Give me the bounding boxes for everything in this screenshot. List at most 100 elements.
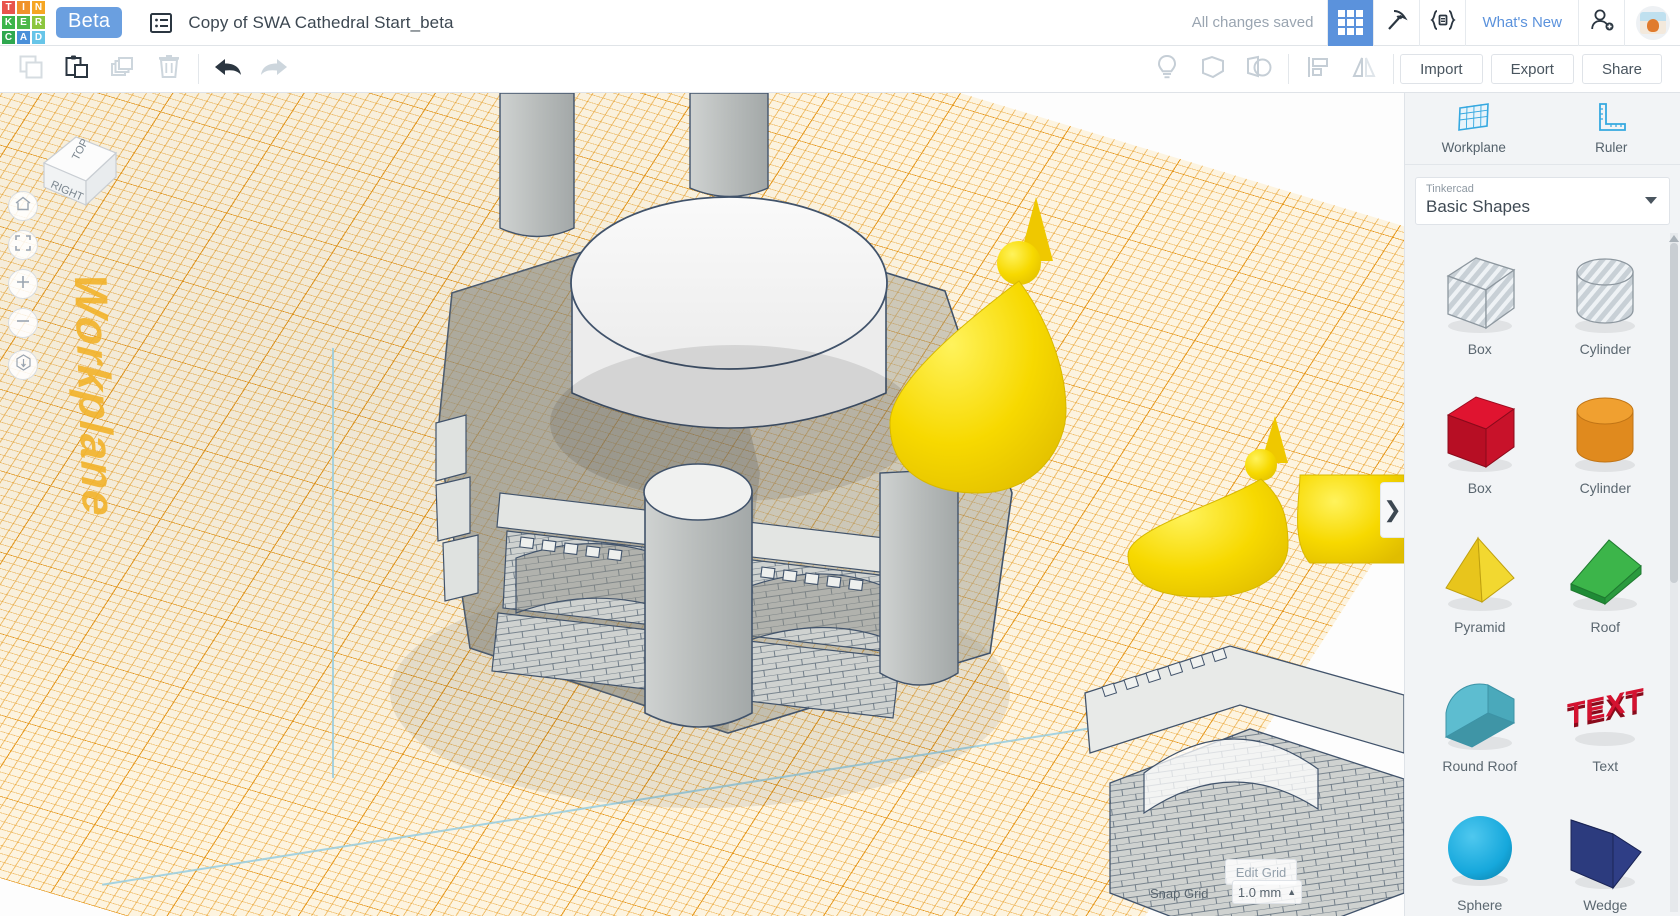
ortho-perspective-button[interactable] <box>8 350 38 380</box>
panel-collapse-button[interactable]: ❯ <box>1380 482 1404 538</box>
workplane-icon <box>1457 102 1491 135</box>
snap-grid-select[interactable]: 1.0 mm ▲ <box>1232 880 1302 904</box>
box-hole-icon <box>1432 245 1528 341</box>
workplane-tool[interactable]: Workplane <box>1405 93 1543 164</box>
toolbar-right-group: Import Export Share <box>1144 46 1680 92</box>
import-button[interactable]: Import <box>1400 54 1483 84</box>
tinkercad-logo[interactable]: T I N K E R C A D <box>1 0 46 45</box>
shape-item-box-solid[interactable]: Box <box>1417 384 1543 523</box>
sphere-icon <box>1432 801 1528 897</box>
toolbar-divider <box>198 54 199 84</box>
ungroup-shapes-icon <box>1245 54 1273 85</box>
beta-badge[interactable]: Beta <box>56 7 123 38</box>
hint-button[interactable] <box>1144 46 1190 92</box>
redo-arrow-icon <box>259 56 289 83</box>
home-view-button[interactable] <box>8 191 38 221</box>
header-right-group: All changes saved What's New <box>1192 0 1680 46</box>
panel-scrollbar-thumb[interactable] <box>1670 243 1678 583</box>
round-roof-icon <box>1432 662 1528 758</box>
undo-arrow-icon <box>213 56 243 83</box>
invite-people-button[interactable] <box>1578 0 1624 46</box>
library-group-label: Tinkercad <box>1426 183 1474 195</box>
shape-label: Box <box>1467 341 1492 357</box>
logo-tile-e: E <box>16 15 31 30</box>
align-button[interactable] <box>1295 46 1341 92</box>
shape-item-cylinder-hole[interactable]: Cylinder <box>1543 245 1669 384</box>
redo-button[interactable] <box>251 46 297 92</box>
cylinder-solid-icon <box>1557 384 1653 480</box>
duplicate-button[interactable] <box>100 46 146 92</box>
list-icon[interactable] <box>150 12 173 33</box>
caret-up-icon: ▲ <box>1287 887 1297 897</box>
user-avatar <box>1639 11 1666 34</box>
mirror-button[interactable] <box>1341 46 1387 92</box>
lightbulb-icon <box>1155 54 1179 85</box>
trash-icon <box>157 54 181 85</box>
3d-canvas[interactable]: Workplane TOP RIGHT Edit Grid Snap Grid … <box>0 93 1404 916</box>
group-button[interactable] <box>1190 46 1236 92</box>
rear-tower-left <box>499 93 575 238</box>
grid-view-button[interactable] <box>1327 0 1374 46</box>
whats-new-link[interactable]: What's New <box>1465 0 1578 46</box>
ruler-tool-label: Ruler <box>1595 140 1628 155</box>
zoom-out-button[interactable] <box>8 308 38 338</box>
shape-item-pyramid[interactable]: Pyramid <box>1417 523 1543 662</box>
tinkercad-app: T I N K E R C A D Beta Copy of SWA Cathe… <box>0 0 1680 916</box>
panel-tools: Workplane Ruler <box>1405 93 1680 165</box>
shape-item-text[interactable]: TEXT TEXT Text <box>1543 662 1669 801</box>
rear-tower-right <box>689 93 769 198</box>
app-header: T I N K E R C A D Beta Copy of SWA Cathe… <box>0 0 1680 46</box>
ruler-tool[interactable]: Ruler <box>1543 93 1680 164</box>
codeblocks-button[interactable] <box>1373 0 1419 46</box>
chevron-down-icon <box>1645 197 1657 204</box>
scroll-up-icon[interactable] <box>1669 235 1679 242</box>
align-icon <box>1305 54 1331 85</box>
wedge-icon <box>1557 801 1653 897</box>
user-add-icon <box>1589 8 1615 37</box>
toolbar-divider-3 <box>1393 54 1395 84</box>
front-column <box>644 490 753 728</box>
shape-item-wedge[interactable]: Wedge <box>1543 801 1669 916</box>
shape-label: Roof <box>1590 619 1621 635</box>
shape-item-cylinder-solid[interactable]: Cylinder <box>1543 384 1669 523</box>
logo-tile-t: T <box>1 0 16 15</box>
shape-label: Round Roof <box>1442 758 1518 774</box>
logo-tile-n: N <box>31 0 46 15</box>
shape-item-round-roof[interactable]: Round Roof <box>1417 662 1543 801</box>
page-title[interactable]: Copy of SWA Cathedral Start_beta <box>188 13 453 33</box>
shape-library-select[interactable]: Tinkercad Basic Shapes <box>1415 177 1670 225</box>
shape-label: Cylinder <box>1579 341 1631 357</box>
fit-frame-icon <box>15 234 31 256</box>
zoom-in-button[interactable] <box>8 269 38 299</box>
right-column <box>879 468 959 686</box>
logo-tile-c: C <box>1 30 16 45</box>
paste-button[interactable] <box>54 46 100 92</box>
chevron-right-icon: ❯ <box>1383 497 1402 522</box>
duplicate-icon <box>110 54 136 85</box>
fit-view-button[interactable] <box>8 230 38 260</box>
plus-icon <box>15 274 31 295</box>
user-avatar-button[interactable] <box>1624 0 1680 46</box>
share-button[interactable]: Share <box>1581 54 1662 84</box>
mirror-icon <box>1350 54 1378 85</box>
shape-label: Box <box>1467 480 1492 496</box>
snap-grid-label: Snap Grid <box>1150 886 1209 901</box>
ungroup-button[interactable] <box>1236 46 1282 92</box>
export-button[interactable]: Export <box>1490 54 1574 84</box>
logo-tile-i: I <box>16 0 31 15</box>
shape-item-sphere[interactable]: Sphere <box>1417 801 1543 916</box>
shape-item-box-hole[interactable]: Box <box>1417 245 1543 384</box>
ruler-icon <box>1594 102 1628 135</box>
shape-label: Text <box>1592 758 1619 774</box>
undo-button[interactable] <box>205 46 251 92</box>
text-icon: TEXT TEXT <box>1557 662 1653 758</box>
blocks-button[interactable] <box>1419 0 1465 46</box>
copy-button[interactable] <box>8 46 54 92</box>
shape-item-roof[interactable]: Roof <box>1543 523 1669 662</box>
logo-tile-d: D <box>31 30 46 45</box>
cathedral-model[interactable] <box>0 93 1404 916</box>
library-name-label: Basic Shapes <box>1426 197 1530 216</box>
onion-dome-second <box>1127 416 1289 598</box>
delete-button[interactable] <box>146 46 192 92</box>
pickaxe-icon <box>1385 8 1409 37</box>
